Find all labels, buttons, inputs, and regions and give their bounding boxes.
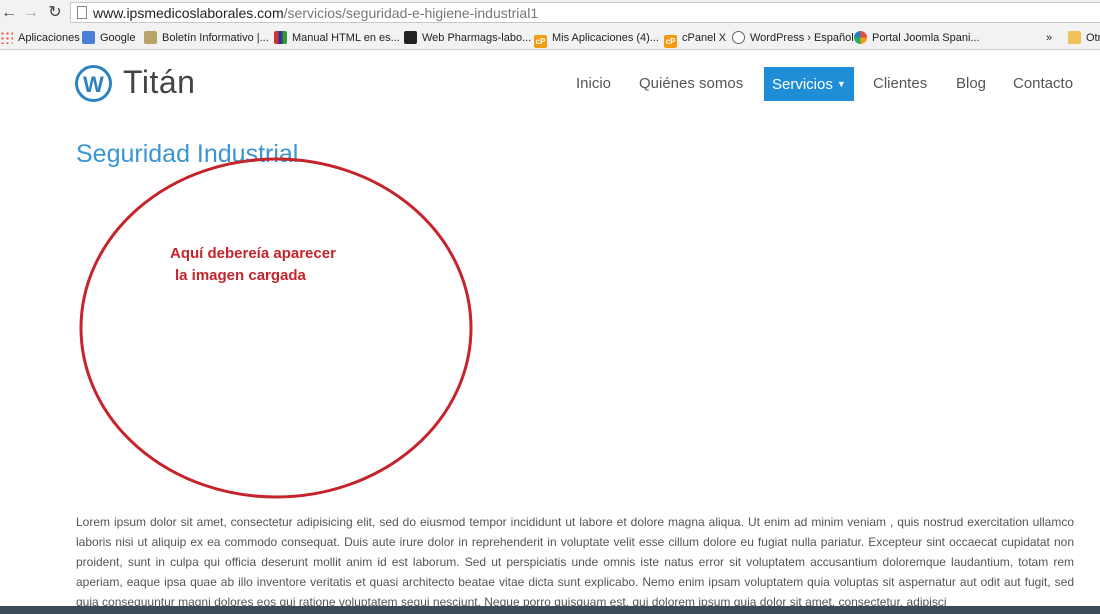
cpanel-icon: cP bbox=[664, 35, 677, 48]
annotation-line: la imagen cargada bbox=[175, 267, 306, 284]
main-menu: Inicio Quiénes somos Servicios ▼ Clientes… bbox=[560, 67, 1100, 101]
menu-item-quienes-somos[interactable]: Quiénes somos bbox=[639, 67, 743, 101]
bookmark-label: cPanel X bbox=[682, 32, 727, 44]
menu-item-clientes[interactable]: Clientes bbox=[873, 67, 927, 101]
site-header: W Titán Inicio Quiénes somos Servicios ▼ … bbox=[0, 50, 1100, 118]
annotation-circle bbox=[79, 157, 473, 499]
google-icon bbox=[82, 31, 95, 44]
newsletter-icon bbox=[144, 31, 157, 44]
os-taskbar bbox=[0, 606, 1100, 614]
menu-item-blog[interactable]: Blog bbox=[956, 67, 986, 101]
bookmark-cpanel[interactable]: cP cPanel X bbox=[664, 30, 727, 48]
url-host: www.ipsmedicoslaborales.com bbox=[93, 5, 284, 21]
other-bookmarks-folder[interactable]: Otr bbox=[1068, 30, 1100, 46]
manual-icon bbox=[274, 31, 287, 44]
bookmark-label: Web Pharmags-labo... bbox=[422, 32, 532, 44]
joomla-icon bbox=[854, 31, 867, 44]
logo-mark-icon: W bbox=[75, 65, 112, 102]
bookmark-label: WordPress › Español bbox=[750, 32, 854, 44]
pharma-icon bbox=[404, 31, 417, 44]
menu-item-contacto[interactable]: Contacto bbox=[1013, 67, 1073, 101]
bookmarks-bar: Aplicaciones Google Boletín Informativo … bbox=[0, 27, 1100, 50]
more-bookmarks-button[interactable]: » bbox=[1046, 30, 1052, 46]
page-icon bbox=[77, 6, 87, 19]
logo-text: Titán bbox=[123, 64, 196, 100]
menu-item-servicios[interactable]: Servicios ▼ bbox=[764, 67, 854, 101]
bookmark-mis-aplicaciones[interactable]: cP Mis Aplicaciones (4)... bbox=[534, 30, 659, 48]
bookmark-web-pharmags[interactable]: Web Pharmags-labo... bbox=[404, 30, 531, 46]
bookmark-label: Google bbox=[100, 32, 136, 44]
forward-icon[interactable]: → bbox=[22, 3, 40, 23]
cpanel-icon: cP bbox=[534, 35, 547, 48]
url-text[interactable]: www.ipsmedicoslaborales.com/servicios/se… bbox=[93, 4, 538, 22]
annotation-note: Aquí debereía aparecer la imagen cargada bbox=[170, 243, 430, 287]
body-paragraph: Lorem ipsum dolor sit amet, consectetur … bbox=[76, 515, 1074, 609]
bookmark-boletin[interactable]: Boletín Informativo |... bbox=[144, 30, 269, 46]
bookmark-label: Portal Joomla Spani... bbox=[872, 32, 980, 44]
bookmark-label: Boletín Informativo |... bbox=[162, 32, 269, 44]
bookmark-label: Manual HTML en es... bbox=[292, 32, 400, 44]
bookmark-manual-html[interactable]: Manual HTML en es... bbox=[274, 30, 400, 46]
url-path: /servicios/seguridad-e-higiene-industria… bbox=[283, 5, 539, 21]
bookmark-joomla[interactable]: Portal Joomla Spani... bbox=[854, 30, 980, 46]
wordpress-icon bbox=[732, 31, 745, 44]
bookmark-label: Otr bbox=[1086, 32, 1100, 44]
bookmark-google[interactable]: Google bbox=[82, 30, 135, 46]
bookmark-label: Aplicaciones bbox=[18, 32, 80, 44]
apps-grid-icon bbox=[0, 31, 13, 44]
browser-toolbar: ← → ↻ www.ipsmedicoslaborales.com/servic… bbox=[0, 0, 1100, 28]
logo-mark: W bbox=[83, 72, 104, 97]
menu-item-label: Servicios bbox=[772, 76, 833, 93]
reload-icon[interactable]: ↻ bbox=[46, 3, 64, 23]
folder-icon bbox=[1068, 31, 1081, 44]
menu-item-inicio[interactable]: Inicio bbox=[576, 67, 611, 101]
annotation-line: Aquí debereía aparecer bbox=[170, 245, 336, 262]
address-bar[interactable]: www.ipsmedicoslaborales.com/servicios/se… bbox=[70, 2, 1100, 23]
chevron-down-icon: ▼ bbox=[836, 79, 846, 89]
back-icon[interactable]: ← bbox=[0, 3, 18, 23]
bookmark-wordpress[interactable]: WordPress › Español bbox=[732, 30, 854, 46]
bookmark-label: Mis Aplicaciones (4)... bbox=[552, 32, 659, 44]
bookmark-aplicaciones[interactable]: Aplicaciones bbox=[0, 30, 80, 46]
